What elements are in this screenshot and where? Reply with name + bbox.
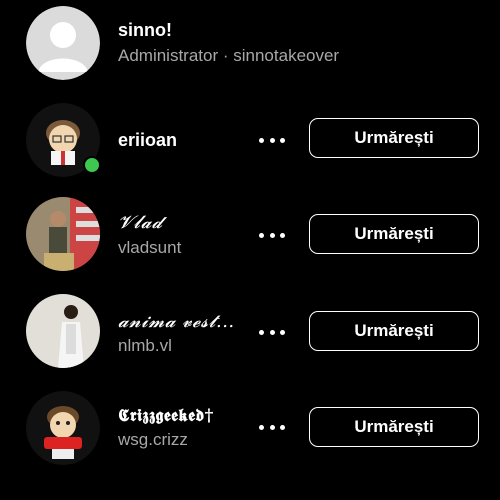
more-options-icon[interactable] <box>259 130 285 150</box>
member-username: wsg.crizz <box>118 430 188 449</box>
member-name: eriioan <box>118 130 178 150</box>
member-username: nlmb.vl <box>118 336 172 355</box>
more-options-icon[interactable] <box>259 417 285 437</box>
following-button[interactable]: Urmărești <box>309 311 479 351</box>
member-row-anima-vest[interactable]: 𝓪𝓷𝓲𝓶𝓪 𝓿𝓮𝓼𝓽... nlmb.vl Urmărești <box>0 284 500 380</box>
more-options-icon[interactable] <box>259 225 285 245</box>
member-name: 𝓪𝓷𝓲𝓶𝓪 𝓿𝓮𝓼𝓽... <box>118 311 235 332</box>
member-name: 𝓥𝓵𝓪𝓭 <box>118 212 163 233</box>
member-name: 𝕮𝖗𝖎𝖟𝖟𝖌𝖊𝖊𝖐𝖊𝖉† <box>118 406 214 426</box>
member-row-eriioan[interactable]: eriioan Urmărești <box>0 92 500 188</box>
member-row-vlad[interactable]: 𝓥𝓵𝓪𝓭 vladsunt Urmărești <box>0 188 500 284</box>
default-avatar-icon[interactable] <box>26 6 100 80</box>
member-role: Administrator · sinnotakeover <box>118 46 340 65</box>
more-options-icon[interactable] <box>259 322 285 342</box>
following-button[interactable]: Urmărești <box>309 214 479 254</box>
photo-avatar-icon[interactable] <box>26 294 100 368</box>
member-name: sinno! <box>118 20 172 40</box>
following-button[interactable]: Urmărești <box>309 407 479 447</box>
photo-avatar-icon[interactable] <box>26 197 100 271</box>
member-row-crizzgeeked[interactable]: 𝕮𝖗𝖎𝖟𝖟𝖌𝖊𝖊𝖐𝖊𝖉† wsg.crizz Urmărești <box>0 380 500 476</box>
cartoon-avatar-icon[interactable] <box>26 391 100 465</box>
online-status-dot <box>83 156 101 174</box>
member-username: vladsunt <box>118 238 182 257</box>
member-row-sinno[interactable]: sinno! Administrator · sinnotakeover <box>0 0 500 96</box>
following-button[interactable]: Urmărești <box>309 118 479 158</box>
